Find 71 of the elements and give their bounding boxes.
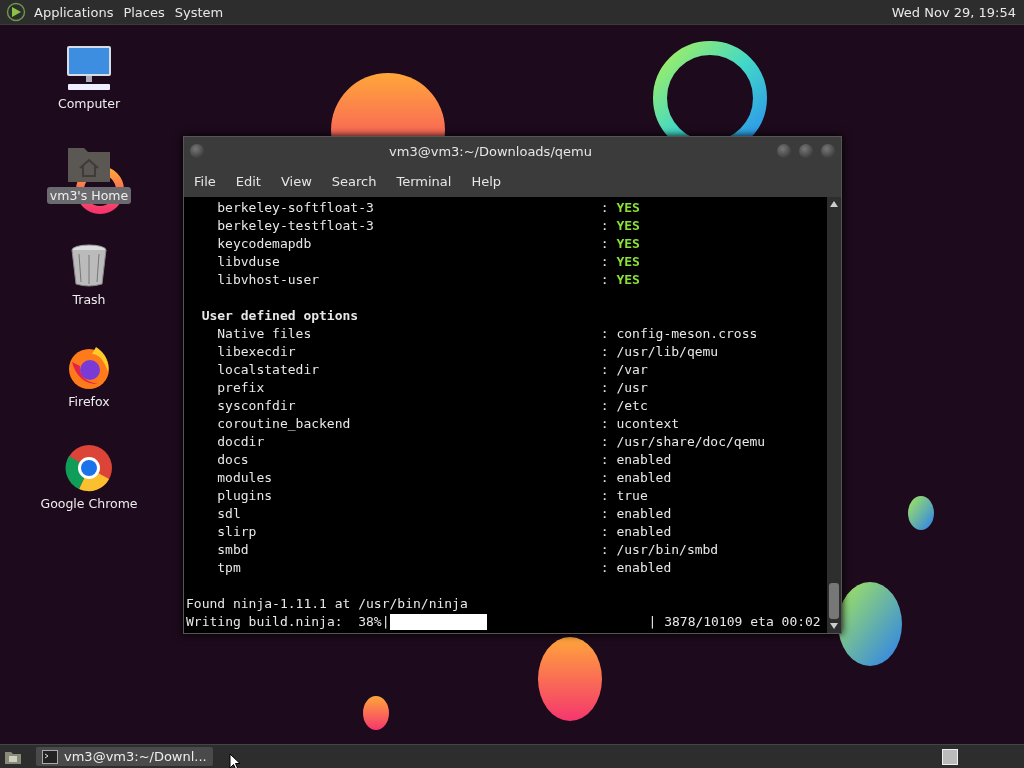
menu-item[interactable]: Edit <box>235 173 271 189</box>
terminal-icon <box>42 749 58 764</box>
option-value: : YES <box>600 253 640 271</box>
option-value: : enabled <box>600 451 672 469</box>
option-name: Native files <box>216 325 313 343</box>
icon-label[interactable]: Computer <box>54 95 124 112</box>
option-value: : enabled <box>600 505 672 523</box>
firefox-icon[interactable] <box>66 344 112 390</box>
option-value: : /etc <box>600 397 648 415</box>
menu-item[interactable]: View <box>280 173 322 189</box>
option-name: tpm <box>216 559 242 577</box>
option-name: berkeley-softfloat-3 <box>216 199 375 217</box>
option-value: : YES <box>600 235 640 253</box>
option-value: : enabled <box>600 559 672 577</box>
pointer-icon <box>228 752 241 768</box>
icon-label[interactable]: Trash <box>69 291 109 308</box>
option-name: berkeley-testfloat-3 <box>216 217 375 235</box>
option-name: slirp <box>216 523 258 541</box>
option-value: : /usr <box>600 379 648 397</box>
option-name: libexecdir <box>216 343 297 361</box>
clock[interactable]: Wed Nov 29, 19:54 <box>891 4 1018 20</box>
logo-icon[interactable] <box>6 2 26 22</box>
option-value: : /var <box>600 361 648 379</box>
option-name: localstatedir <box>216 361 321 379</box>
option-value: : enabled <box>600 469 672 487</box>
option-value: : YES <box>600 271 640 289</box>
option-value: : config-meson.cross <box>600 325 758 343</box>
option-value: : enabled <box>600 523 672 541</box>
option-value: : ucontext <box>600 415 680 433</box>
icon-label[interactable]: Firefox <box>65 393 113 410</box>
panel-menu[interactable]: Places <box>123 4 165 20</box>
option-name: sdl <box>216 505 242 523</box>
option-name: modules <box>216 469 274 487</box>
option-name: docdir <box>216 433 266 451</box>
option-name: smbd <box>216 541 250 559</box>
icon-label[interactable]: Google Chrome <box>37 495 141 512</box>
taskbar-button[interactable]: vm3@vm3:~/Downl... <box>36 747 213 766</box>
option-value: : /usr/share/doc/qemu <box>600 433 766 451</box>
scroll-thumb[interactable] <box>829 583 839 619</box>
menu-item[interactable]: Help <box>471 173 512 189</box>
option-name: plugins <box>216 487 274 505</box>
option-name: docs <box>216 451 250 469</box>
progress-label: Writing build.ninja: 38%| <box>186 613 390 631</box>
option-name: prefix <box>216 379 266 397</box>
option-value: : YES <box>600 199 640 217</box>
chrome-icon[interactable] <box>65 444 113 492</box>
scrollbar[interactable] <box>827 197 841 633</box>
option-name: libvduse <box>216 253 281 271</box>
menu-item[interactable]: Search <box>331 173 387 189</box>
menu-item[interactable]: File <box>194 173 226 189</box>
option-name: keycodemapdb <box>216 235 313 253</box>
option-value: : /usr/lib/qemu <box>600 343 719 361</box>
trash-icon[interactable] <box>69 244 109 288</box>
option-name: sysconfdir <box>216 397 297 415</box>
scroll-up-icon[interactable] <box>830 200 838 208</box>
option-name: libvhost-user <box>216 271 321 289</box>
computer-icon[interactable] <box>64 44 114 92</box>
progress-status: | 3878/10109 eta 00:02 <box>648 613 821 631</box>
output-line: Found ninja-1.11.1 at /usr/bin/ninja <box>186 595 468 613</box>
window-title: vm3@vm3:~/Downloads/qemu <box>388 143 593 159</box>
section-heading: User defined options <box>200 307 359 325</box>
workspace-switcher[interactable] <box>942 748 958 765</box>
scroll-down-icon[interactable] <box>830 622 838 630</box>
option-value: : YES <box>600 217 640 235</box>
panel-menu[interactable]: System <box>174 4 224 20</box>
option-value: : true <box>600 487 648 505</box>
icon-label[interactable]: vm3's Home <box>46 187 132 204</box>
option-value: : /usr/bin/smbd <box>600 541 719 559</box>
panel-menu[interactable]: Applications <box>34 4 114 20</box>
option-name: coroutine_backend <box>216 415 352 433</box>
menu-item[interactable]: Terminal <box>396 173 462 189</box>
